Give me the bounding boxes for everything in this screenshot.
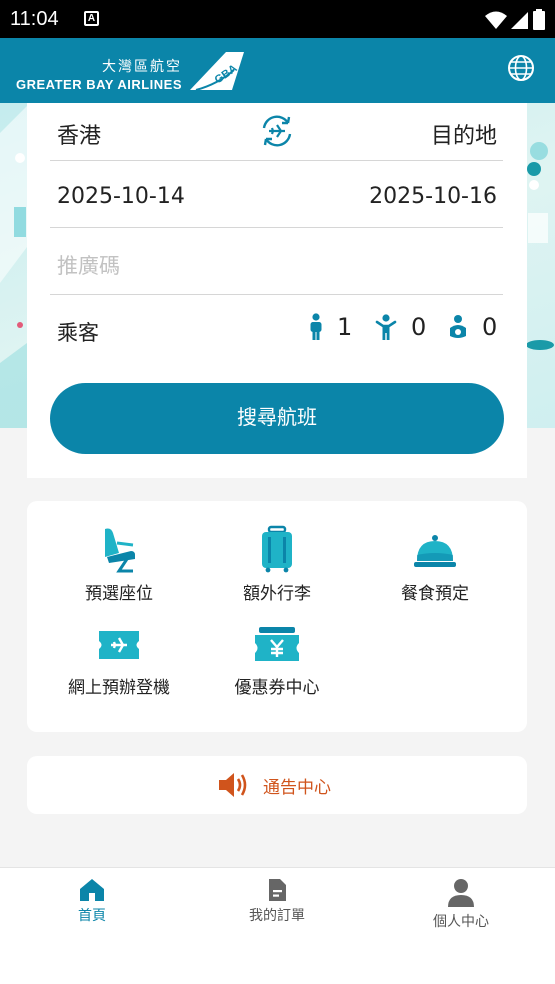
infant-count-value: 0 [482,313,498,341]
infant-count[interactable]: 0 [448,313,497,341]
notice-center-card[interactable]: 通告中心 [27,756,527,814]
signal-icon [511,11,528,29]
passengers-label: 乘客 [57,321,99,345]
service-meal-order[interactable]: 餐食預定 [365,525,505,604]
origin-field[interactable]: 香港 [57,118,101,150]
globe-icon[interactable] [507,54,535,82]
user-icon [448,879,474,907]
service-online-checkin[interactable]: 網上預辦登機 [49,623,189,698]
nav-label: 我的訂單 [249,908,305,924]
notice-center-label: 通告中心 [263,777,331,798]
route-row: 香港 目的地 [50,103,503,161]
nav-home[interactable]: 首頁 [32,878,152,925]
child-icon [375,314,397,340]
service-label: 網上預辦登機 [68,678,170,698]
swap-route-icon[interactable] [260,114,294,148]
service-seat-selection[interactable]: 預選座位 [49,525,189,604]
nav-profile[interactable]: 個人中心 [401,878,521,931]
status-icons [485,9,545,30]
airline-logo: 大灣區航空 GREATER BAY AIRLINES GBA [16,48,246,94]
nav-label: 個人中心 [433,914,489,930]
adult-count[interactable]: 1 [309,313,352,341]
dates-row: 2025-10-14 2025-10-16 [50,161,503,228]
child-count[interactable]: 0 [375,313,426,341]
destination-field[interactable]: 目的地 [431,118,497,150]
notification-icon: A [84,11,99,26]
wifi-icon [485,11,507,29]
luggage-icon [262,525,292,573]
app-header: 大灣區航空 GREATER BAY AIRLINES GBA [0,38,555,103]
passengers-row[interactable]: 乘客 1 0 0 [50,295,503,365]
document-icon [269,879,286,901]
gba-tail-logo-icon: GBA [190,52,245,91]
bottom-navigation: 首頁 我的訂單 個人中心 [0,867,555,984]
service-extra-baggage[interactable]: 額外行李 [207,525,347,604]
service-label: 餐食預定 [401,584,469,604]
service-coupon-center[interactable]: 優惠券中心 [207,623,347,698]
speaker-icon [219,773,247,797]
status-bar: 11:04 A [0,0,555,38]
search-flights-button[interactable]: 搜尋航班 [50,383,504,454]
battery-icon [533,9,545,30]
child-count-value: 0 [411,313,427,341]
service-label: 額外行李 [243,584,311,604]
seat-icon [105,528,135,573]
meal-cloche-icon [414,535,456,567]
infant-icon [450,315,466,338]
coupon-icon [255,627,299,661]
flight-search-card: 香港 目的地 2025-10-14 2025-10-16 推廣碼 乘客 1 0 … [27,103,527,478]
promo-row: 推廣碼 [50,228,503,295]
service-label: 優惠券中心 [234,678,320,698]
home-icon [80,879,104,901]
nav-label: 首頁 [78,908,106,924]
logo-chinese-name: 大灣區航空 [102,59,183,75]
adult-icon [310,313,322,340]
return-date[interactable]: 2025-10-16 [369,184,497,209]
services-card: 預選座位 額外行李 餐食預定 網上預辦登機 優惠券中心 [27,501,527,732]
service-label: 預選座位 [85,584,153,604]
promo-code-input[interactable]: 推廣碼 [57,250,120,280]
boarding-ticket-icon [99,631,139,659]
logo-english-name: GREATER BAY AIRLINES [16,77,183,92]
adult-count-value: 1 [337,313,353,341]
nav-my-orders[interactable]: 我的訂單 [217,878,337,925]
departure-date[interactable]: 2025-10-14 [57,184,185,209]
status-time: 11:04 [10,8,59,30]
